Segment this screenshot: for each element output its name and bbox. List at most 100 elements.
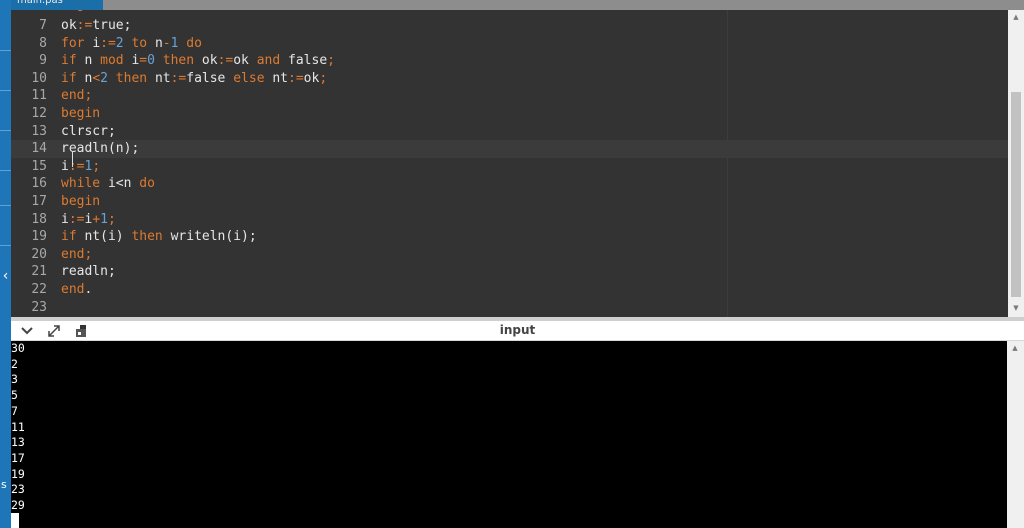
code-line[interactable]: 11 end; — [11, 87, 1008, 105]
left-sidebar-strip: ‹ s — [0, 0, 11, 528]
sidebar-divider — [0, 50, 11, 51]
tab-bar: main.pas — [11, 0, 1024, 10]
code-token: true; — [92, 18, 132, 33]
console-output[interactable]: 30 2 3 5 7 11 13 17 19 23 29 — [11, 341, 1007, 528]
code-token: end — [61, 282, 85, 297]
code-text: end; — [61, 87, 92, 105]
line-number: 19 — [31, 229, 47, 245]
code-token: n — [154, 35, 163, 51]
line-number: 18 — [31, 211, 47, 227]
code-token: mod — [100, 53, 132, 69]
console-line: 23 — [11, 482, 25, 497]
code-text: if nt(i) then writeln(i); — [61, 228, 257, 246]
code-line[interactable]: 16 while i<n do — [11, 175, 1008, 193]
code-line[interactable]: 19 if nt(i) then writeln(i); — [11, 228, 1008, 246]
code-token: n — [84, 53, 101, 69]
code-text: end. — [61, 281, 92, 299]
code-token: ; — [107, 211, 116, 227]
console-line: 13 — [11, 435, 25, 450]
console-line: 3 — [11, 372, 18, 387]
code-token: i — [92, 35, 101, 51]
chevron-left-icon[interactable]: ‹ — [0, 266, 11, 286]
scroll-up-icon[interactable]: ▲ — [1007, 341, 1023, 355]
code-token: and — [256, 53, 289, 69]
line-number: 23 — [31, 299, 47, 315]
code-token: ok — [201, 53, 218, 69]
code-token: 0 — [147, 53, 155, 69]
console-line: 29 — [11, 498, 25, 512]
sidebar-divider — [0, 245, 11, 246]
code-line[interactable]: 14 readln(n); — [11, 140, 1008, 158]
code-token: if — [61, 53, 85, 69]
console-line: 30 — [11, 341, 25, 355]
code-token: nt(i) — [84, 229, 132, 245]
code-text: while i<n do — [61, 175, 155, 193]
console-line: 19 — [11, 466, 25, 481]
line-number: 15 — [31, 158, 47, 174]
code-text: begin — [61, 10, 100, 14]
partially-hidden-line: begin — [11, 10, 1008, 14]
scrollbar-thumb[interactable] — [1011, 92, 1021, 297]
code-line[interactable]: 17 begin — [11, 193, 1008, 211]
code-token: < — [92, 70, 101, 86]
code-token: false — [288, 53, 328, 69]
code-line[interactable]: 10 if n<2 then nt:=false else nt:=ok; — [11, 70, 1008, 88]
sidebar-divider — [0, 90, 11, 91]
code-line[interactable]: 22 end. — [11, 281, 1008, 299]
code-token: clrscr; — [61, 123, 116, 139]
code-line[interactable]: 20 end; — [11, 246, 1008, 264]
line-number: 7 — [39, 18, 47, 33]
code-text: for i:=2 to n-1 do — [61, 35, 202, 53]
sidebar-divider — [0, 130, 11, 131]
code-token: while — [61, 176, 108, 192]
code-token: do — [139, 176, 155, 192]
console-panel-title: input — [499, 323, 536, 337]
code-line[interactable]: 12 begin — [11, 105, 1008, 123]
code-token: then — [107, 70, 155, 86]
code-token: := — [170, 70, 187, 86]
code-token: 2 — [100, 70, 108, 86]
code-text: if n mod i=0 then ok:=ok and false; — [61, 52, 335, 70]
code-token: else — [233, 70, 273, 86]
console-line: 2 — [11, 356, 18, 371]
line-number: 16 — [31, 176, 47, 192]
code-line[interactable]: 8 for i:=2 to n-1 do — [11, 35, 1008, 53]
code-line[interactable]: 13 clrscr; — [11, 123, 1008, 141]
sidebar-letter: s — [1, 478, 7, 491]
console-line: 5 — [11, 388, 18, 403]
code-token: ok — [303, 70, 320, 86]
code-token: ; — [92, 158, 101, 174]
line-number: 20 — [31, 246, 47, 262]
code-text: begin — [61, 193, 100, 211]
code-token: then — [154, 53, 202, 69]
console-scrollbar[interactable]: ▲ — [1007, 341, 1024, 528]
sidebar-divider — [0, 205, 11, 206]
code-editor[interactable]: begin 7ok:=true;8for i:=2 to n-1 do9if n… — [11, 10, 1008, 317]
sidebar-divider — [0, 170, 11, 171]
scroll-up-icon[interactable]: ▲ — [1008, 10, 1024, 24]
code-text: begin — [61, 105, 100, 123]
scroll-down-icon[interactable]: ▼ — [1008, 301, 1024, 315]
code-token: i — [61, 211, 69, 227]
console-line: 7 — [11, 403, 18, 418]
line-number: 12 — [31, 106, 47, 121]
code-text: readln; — [61, 263, 116, 281]
code-line[interactable]: 21 readln; — [11, 263, 1008, 281]
code-token: := — [68, 211, 85, 227]
console-cursor — [11, 513, 19, 528]
console-line: 17 — [11, 450, 25, 465]
code-token: := — [288, 70, 304, 86]
editor-scrollbar[interactable]: ▲ ▼ — [1008, 10, 1024, 317]
code-token: ok — [61, 18, 77, 33]
code-token: ok — [233, 53, 257, 69]
code-line[interactable]: 7 ok:=true; — [11, 17, 1008, 35]
code-line[interactable]: 15 i:=1; — [11, 158, 1008, 176]
code-token: false — [186, 70, 234, 86]
code-token: ; — [327, 53, 335, 69]
line-number: 11 — [31, 88, 47, 104]
line-number: 13 — [31, 123, 47, 139]
tab-main-pas[interactable]: main.pas — [11, 0, 103, 10]
code-line[interactable]: 23 — [11, 299, 1008, 317]
code-line[interactable]: 18 i:=i+1; — [11, 211, 1008, 229]
code-line[interactable]: 9 if n mod i=0 then ok:=ok and false; — [11, 52, 1008, 70]
